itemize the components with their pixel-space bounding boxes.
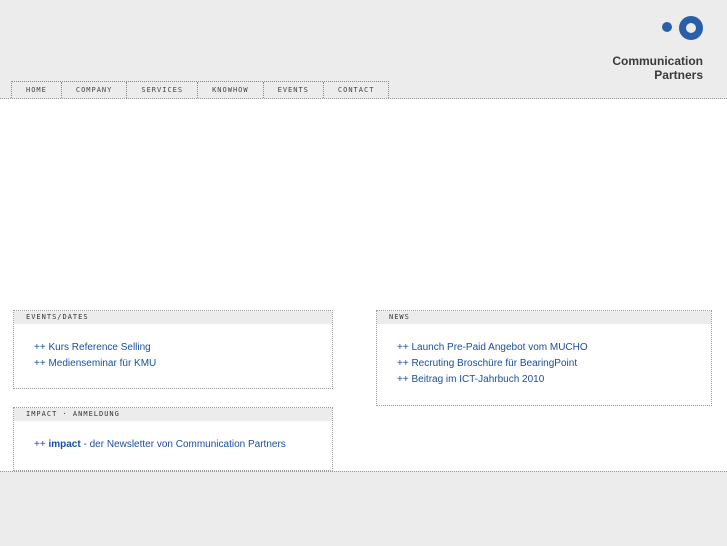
logo-text: Communication Partners <box>612 54 703 82</box>
main-nav: HOME COMPANY SERVICES KNOWHOW EVENTS CON… <box>11 81 390 98</box>
footer <box>0 471 727 546</box>
nav-company[interactable]: COMPANY <box>62 82 128 98</box>
impact-list: ++ impact - der Newsletter von Communica… <box>14 421 332 453</box>
events-title: EVENTS/DATES <box>14 311 332 324</box>
events-box: EVENTS/DATES ++ Kurs Reference Selling +… <box>13 310 333 389</box>
impact-item[interactable]: ++ impact - der Newsletter von Communica… <box>34 437 332 453</box>
nav-contact[interactable]: CONTACT <box>324 82 389 98</box>
news-item[interactable]: ++ Beitrag im ICT-Jahrbuch 2010 <box>397 372 711 388</box>
impact-bold: impact <box>48 439 81 450</box>
events-item[interactable]: ++ Kurs Reference Selling <box>34 340 332 356</box>
events-list: ++ Kurs Reference Selling ++ Mediensemin… <box>14 324 332 372</box>
nav-home[interactable]: HOME <box>12 82 62 98</box>
news-item[interactable]: ++ Launch Pre-Paid Angebot vom MUCHO <box>397 340 711 356</box>
logo-line-2: Partners <box>654 68 703 82</box>
nav-services[interactable]: SERVICES <box>127 82 199 98</box>
nav-knowhow[interactable]: KNOWHOW <box>198 82 264 98</box>
news-item[interactable]: ++ Recruting Broschüre für BearingPoint <box>397 356 711 372</box>
header: Communication Partners HOME COMPANY SERV… <box>0 0 727 99</box>
logo-line-1: Communication <box>612 54 703 68</box>
events-item[interactable]: ++ Medienseminar für KMU <box>34 356 332 372</box>
impact-title: IMPACT · ANMELDUNG <box>14 408 332 421</box>
impact-box: IMPACT · ANMELDUNG ++ impact - der Newsl… <box>13 407 333 471</box>
logo-ring-icon <box>679 16 703 40</box>
news-box: NEWS ++ Launch Pre-Paid Angebot vom MUCH… <box>376 310 712 406</box>
nav-events[interactable]: EVENTS <box>264 82 324 98</box>
news-list: ++ Launch Pre-Paid Angebot vom MUCHO ++ … <box>377 324 711 388</box>
logo[interactable]: Communication Partners <box>563 16 703 86</box>
logo-dot-icon <box>662 22 672 32</box>
impact-prefix: ++ <box>34 439 49 450</box>
impact-suffix: - der Newsletter von Communication Partn… <box>80 439 286 450</box>
news-title: NEWS <box>377 311 711 324</box>
